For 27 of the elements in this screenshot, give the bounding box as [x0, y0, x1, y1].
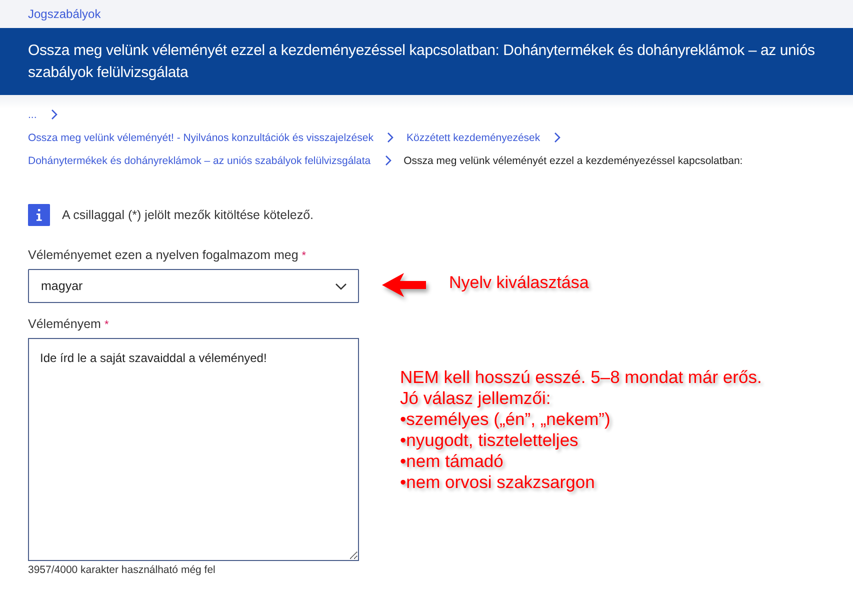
breadcrumb-link[interactable]: Dohánytermékek és dohányreklámok – az uniós szabályok felülvizsgálata	[28, 154, 371, 166]
required-fields-note: A csillaggal (*) jelölt mezők kitöltése kötelező.	[62, 208, 314, 222]
breadcrumb-link[interactable]: ...	[28, 108, 37, 120]
info-icon	[28, 204, 50, 226]
page-title: Ossza meg velünk véleményét ezzel a kezdeményezéssel kapcsolatban: Dohánytermékek és dohányreklámok – az uniós szabályok felülvizsgálata	[28, 41, 816, 83]
language-select[interactable]: magyar	[28, 269, 359, 303]
annotation-line: •nem orvosi szakzsargon	[400, 472, 596, 493]
chevron-icon	[384, 155, 392, 166]
annotation-label: Nyelv kiválasztása	[449, 272, 589, 293]
opinion-field[interactable]: Ide írd le a saját szavaiddal a véleményed!	[28, 338, 359, 561]
top-link[interactable]: Jogszabályok	[28, 7, 101, 21]
annotation-line: •nem támadó	[400, 451, 504, 472]
breadcrumb-current: Ossza meg velünk véleményét ezzel a kezdeményezéssel kapcsolatban:	[404, 154, 743, 166]
character-counter: 3957/4000 karakter használható még fel	[28, 564, 216, 576]
annotation-line: •személyes („én”, „nekem”)	[400, 409, 612, 430]
chevron-icon	[50, 109, 58, 120]
arrow-icon	[382, 273, 428, 297]
language-label: Véleményemet ezen a nyelven fogalmazom meg *	[28, 248, 308, 262]
annotation-line: NEM kell hosszú esszé. 5–8 mondat már erős.	[400, 367, 762, 388]
annotation-line: Jó válasz jellemzői:	[400, 388, 552, 409]
breadcrumb-link[interactable]: Ossza meg velünk véleményét! - Nyilvános konzultációk és visszajelzések	[28, 132, 374, 144]
annotation-line: •nyugodt, tiszteletteljes	[400, 430, 580, 451]
breadcrumb-link[interactable]: Közzétett kezdeményezések	[406, 132, 540, 144]
chevron-down-icon	[335, 282, 347, 290]
chevron-icon	[554, 132, 562, 143]
chevron-icon	[387, 132, 394, 143]
opinion-label: Véleményem *	[28, 317, 110, 331]
